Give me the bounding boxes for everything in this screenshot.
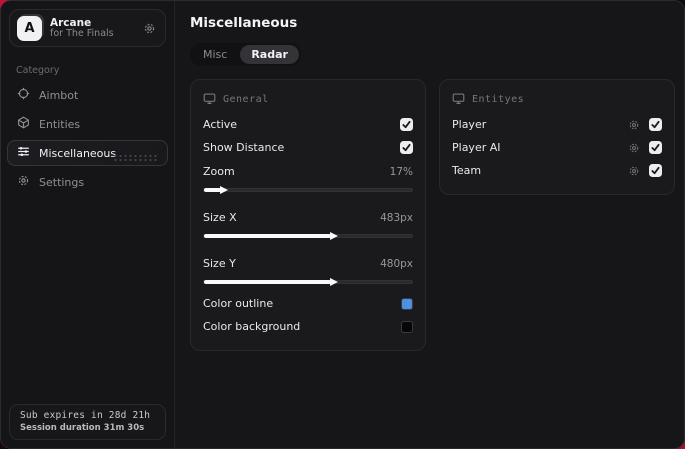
show-distance-label: Show Distance (203, 141, 285, 154)
sidebar-item-miscellaneous[interactable]: Miscellaneous (7, 140, 168, 166)
zoom-value: 17% (389, 165, 413, 178)
sidebar-item-settings[interactable]: Settings (7, 169, 168, 195)
app-title: Arcane (50, 16, 92, 29)
size-x-slider[interactable] (203, 230, 413, 242)
gear-icon (17, 174, 30, 190)
page-title: Miscellaneous (190, 15, 298, 31)
entity-row-player: Player (452, 113, 662, 136)
show-distance-row: Show Distance (203, 136, 413, 159)
entity-label: Player (452, 118, 487, 131)
monitor-icon (203, 90, 216, 109)
sidebar-item-label: Miscellaneous (39, 146, 117, 160)
entity-checkbox-player[interactable] (649, 118, 662, 131)
crosshair-icon (17, 87, 30, 103)
tab-bar: Misc Radar (190, 43, 301, 66)
size-x-row: Size X 483px (203, 206, 413, 229)
size-x-value: 483px (380, 211, 413, 224)
app-window: A Arcane for The Finals Category Aimbot (0, 0, 685, 449)
active-checkbox[interactable] (400, 118, 413, 131)
entity-row-team: Team (452, 159, 662, 182)
session-duration: Session duration 31m 30s (20, 423, 145, 433)
main-content: Miscellaneous Misc Radar General Active (175, 1, 684, 448)
active-row: Active (203, 113, 413, 136)
sidebar-nav: Aimbot Entities Miscellaneous Settings (1, 82, 174, 195)
cube-icon (17, 116, 30, 132)
tab-radar[interactable]: Radar (240, 45, 299, 64)
category-label: Category (16, 65, 60, 76)
sidebar-item-label: Entities (39, 117, 81, 131)
general-panel-title: General (223, 94, 269, 105)
entity-label: Player AI (452, 141, 501, 154)
app-logo: A (17, 15, 42, 41)
subscription-expiry: Sub expires in 28d 21h (20, 410, 151, 421)
color-background-label: Color background (203, 320, 301, 333)
size-y-slider-thumb[interactable] (329, 278, 338, 286)
sidebar-header: A Arcane for The Finals (9, 9, 166, 47)
size-x-label: Size X (203, 211, 237, 224)
dots-decoration (113, 154, 159, 161)
entities-panel: Entityes Player Player AI Team (439, 79, 675, 195)
size-y-label: Size Y (203, 257, 236, 270)
size-x-slider-thumb[interactable] (329, 232, 338, 240)
entity-gear-icon[interactable] (628, 165, 640, 177)
zoom-slider[interactable] (203, 184, 413, 196)
color-background-row: Color background (203, 315, 413, 338)
sliders-icon (17, 145, 30, 161)
monitor-icon (452, 90, 465, 109)
general-panel: General Active Show Distance Zoom 17% Si… (190, 79, 426, 351)
sidebar-item-entities[interactable]: Entities (7, 111, 168, 137)
sidebar: A Arcane for The Finals Category Aimbot (1, 1, 175, 448)
entities-panel-title: Entityes (472, 94, 525, 105)
zoom-label: Zoom (203, 165, 235, 178)
header-gear-icon[interactable] (143, 22, 156, 35)
active-label: Active (203, 118, 238, 131)
entity-gear-icon[interactable] (628, 119, 640, 131)
app-subtitle: for The Finals (50, 27, 114, 39)
sidebar-item-label: Aimbot (39, 88, 79, 102)
zoom-row: Zoom 17% (203, 160, 413, 183)
size-y-row: Size Y 480px (203, 252, 413, 275)
show-distance-checkbox[interactable] (400, 141, 413, 154)
entity-row-player-ai: Player AI (452, 136, 662, 159)
size-y-slider[interactable] (203, 276, 413, 288)
sidebar-item-label: Settings (39, 175, 85, 189)
entity-checkbox-team[interactable] (649, 164, 662, 177)
color-background-swatch[interactable] (401, 320, 413, 333)
color-outline-row: Color outline (203, 292, 413, 315)
color-outline-label: Color outline (203, 297, 274, 310)
sidebar-item-aimbot[interactable]: Aimbot (7, 82, 168, 108)
entity-gear-icon[interactable] (628, 142, 640, 154)
color-outline-swatch[interactable] (401, 297, 413, 310)
subscription-box: Sub expires in 28d 21h Session duration … (9, 404, 166, 440)
tab-misc[interactable]: Misc (192, 45, 238, 64)
size-y-value: 480px (380, 257, 413, 270)
zoom-slider-thumb[interactable] (219, 186, 228, 194)
entity-label: Team (452, 164, 482, 177)
entity-checkbox-player-ai[interactable] (649, 141, 662, 154)
